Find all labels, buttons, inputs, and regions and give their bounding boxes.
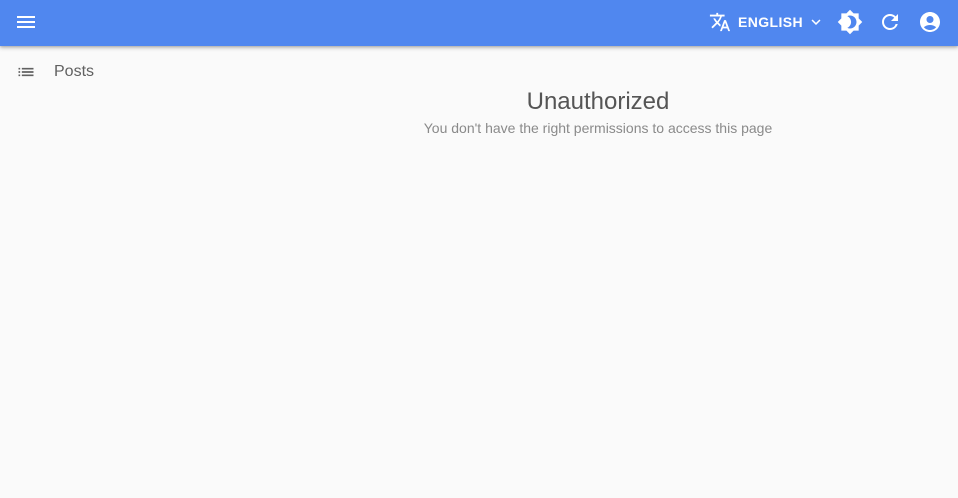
refresh-icon	[882, 13, 898, 30]
brightness-icon	[837, 9, 863, 35]
account-button[interactable]	[910, 2, 950, 42]
permission-message: You don't have the right permissions to …	[423, 120, 773, 136]
language-selector[interactable]: ENGLISH	[702, 4, 828, 40]
sidebar-item-label: Posts	[54, 63, 95, 80]
app-bar: ENGLISH	[0, 0, 958, 46]
sidebar-item-posts[interactable]: Posts	[0, 56, 200, 88]
menu-icon	[17, 16, 35, 28]
account-circle-icon	[920, 12, 940, 32]
refresh-button[interactable]	[870, 2, 910, 42]
chevron-down-icon	[811, 19, 821, 25]
page-title: Unauthorized	[526, 88, 670, 115]
theme-toggle-button[interactable]	[830, 2, 870, 42]
unauthorized-panel: Unauthorized You don't have the right pe…	[398, 86, 798, 138]
menu-button[interactable]	[6, 2, 46, 42]
list-icon	[18, 67, 34, 77]
language-label: ENGLISH	[738, 14, 804, 30]
translate-icon	[709, 12, 731, 32]
